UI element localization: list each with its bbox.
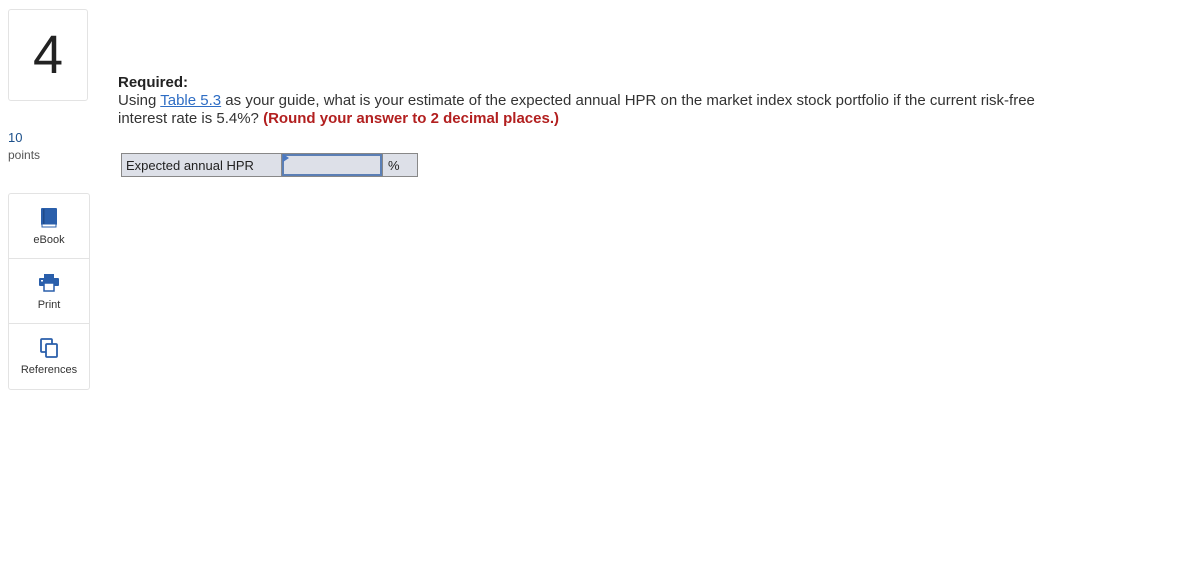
question-number-box: 4 xyxy=(8,9,88,101)
rounding-instruction: (Round your answer to 2 decimal places.) xyxy=(263,110,559,127)
copy-pages-icon xyxy=(40,338,58,358)
question-number: 4 xyxy=(32,25,64,85)
book-icon xyxy=(40,208,58,228)
print-label: Print xyxy=(37,299,61,311)
input-flag-icon xyxy=(283,154,289,162)
expected-hpr-input[interactable] xyxy=(282,154,382,176)
question-text-start: Using xyxy=(118,92,161,109)
ebook-button[interactable]: eBook xyxy=(9,194,89,259)
question-text: Using Table 5.3 as your guide, what is y… xyxy=(118,92,1078,128)
required-heading: Required: xyxy=(118,74,189,91)
answer-label: Expected annual HPR xyxy=(122,154,282,176)
tools-panel: eBook Print References xyxy=(8,193,90,390)
points-value: 10 xyxy=(8,130,23,145)
points-label: points xyxy=(8,148,41,162)
print-button[interactable]: Print xyxy=(9,259,89,324)
question-text-rest: as your guide, what is your estimate of … xyxy=(118,92,1035,127)
table-link[interactable]: Table 5.3 xyxy=(160,92,221,109)
points-info: 10 points xyxy=(8,130,40,162)
references-label: References xyxy=(20,364,78,376)
question-content: Required: Using Table 5.3 as your guide,… xyxy=(118,74,1078,128)
references-button[interactable]: References xyxy=(9,324,89,389)
percent-unit: % xyxy=(382,154,417,176)
ebook-label: eBook xyxy=(33,234,65,246)
printer-icon xyxy=(39,273,59,293)
answer-row: Expected annual HPR % xyxy=(121,153,418,177)
